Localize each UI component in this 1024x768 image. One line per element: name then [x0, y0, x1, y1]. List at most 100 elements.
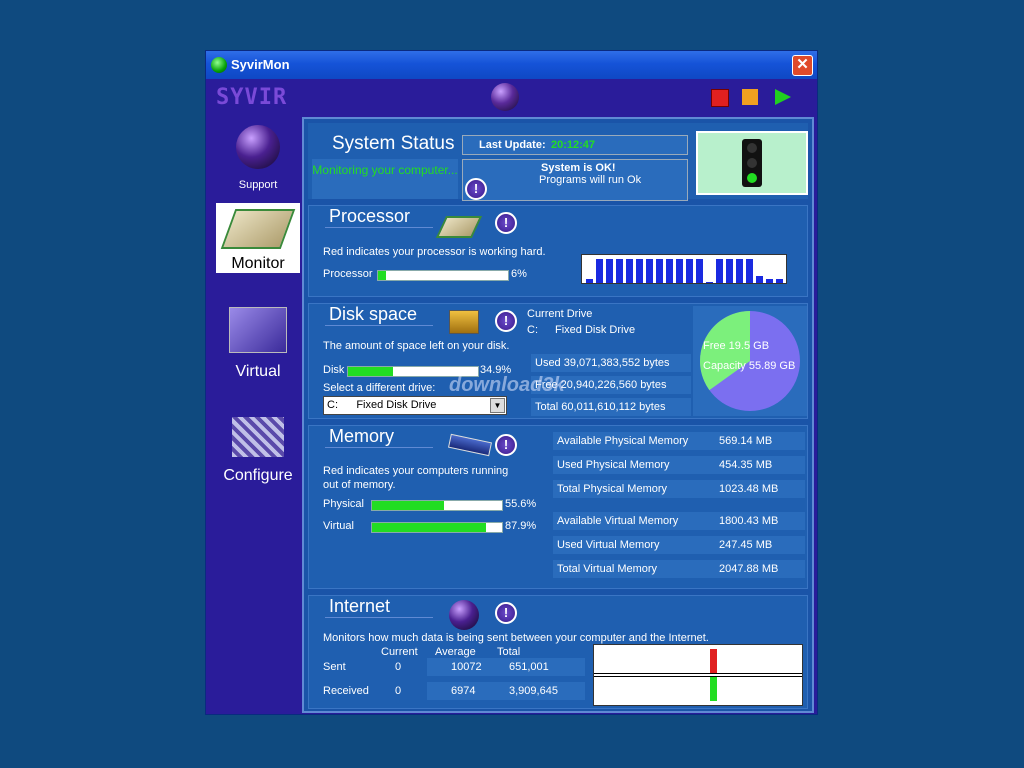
- current-drive-label: Current Drive: [527, 308, 593, 320]
- received-average: 6974: [451, 685, 476, 697]
- processor-history-graph: [581, 254, 787, 284]
- disk-info-icon[interactable]: !: [495, 310, 517, 332]
- physical-memory-bar: [371, 500, 503, 511]
- cpu-history-bar: [756, 275, 763, 283]
- received-traffic-bar: [710, 677, 717, 701]
- sidebar-item-monitor[interactable]: Monitor: [216, 203, 300, 273]
- pie-free-label: Free 19.5 GB: [703, 340, 770, 352]
- stat-value: 1800.43 MB: [719, 515, 779, 527]
- cpu-history-bar: [586, 279, 593, 283]
- sent-average: 10072: [451, 661, 482, 673]
- sent-label: Sent: [323, 661, 346, 673]
- virtual-memory-percent: 87.9%: [505, 520, 537, 532]
- stat-value: 2047.88 MB: [719, 563, 779, 575]
- drive-select[interactable]: C: Fixed Disk Drive ▼: [323, 396, 507, 415]
- cpu-history-bar: [766, 279, 773, 283]
- physical-memory-percent: 55.6%: [505, 498, 537, 510]
- memory-panel: Memory ! Red indicates your computers ru…: [308, 425, 808, 589]
- system-status-panel: System Status Monitoring your computer..…: [308, 123, 808, 201]
- current-drive-letter: C:: [527, 324, 538, 336]
- internet-title: Internet: [325, 596, 433, 618]
- stat-value: 247.45 MB: [719, 539, 773, 551]
- watermark-text: download3k: [449, 374, 565, 396]
- internet-info-icon[interactable]: !: [495, 602, 517, 624]
- processor-info-icon[interactable]: !: [495, 212, 517, 234]
- cpu-chip-icon: [220, 209, 296, 249]
- stop-icon[interactable]: [711, 89, 729, 107]
- internet-description: Monitors how much data is being sent bet…: [323, 632, 709, 644]
- sidebar: Support Monitor Virtual Configure: [206, 117, 302, 716]
- cpu-history-bar: [636, 259, 643, 283]
- virtual-memory-bar: [371, 522, 503, 533]
- toolbar: SYVIR: [206, 79, 817, 117]
- syvirmon-window: SyvirMon ✕ SYVIR Support Monitor Virtual…: [205, 50, 818, 715]
- cpu-history-bar: [726, 259, 733, 283]
- title-bar[interactable]: SyvirMon ✕: [206, 51, 817, 79]
- disk-description: The amount of space left on your disk.: [323, 340, 510, 352]
- sidebar-item-support[interactable]: Support: [216, 121, 300, 197]
- sidebar-item-configure[interactable]: Configure: [216, 417, 300, 487]
- disk-pie-panel: Free 19.5 GB Capacity 55.89 GB: [693, 306, 807, 416]
- close-button[interactable]: ✕: [792, 55, 813, 76]
- disk-panel: Disk space ! The amount of space left on…: [308, 303, 808, 419]
- stat-label: Available Physical Memory: [557, 435, 689, 447]
- processor-usage-fill: [378, 271, 386, 280]
- sent-traffic-bar: [710, 649, 717, 673]
- current-drive-type: Fixed Disk Drive: [555, 324, 636, 336]
- memory-stat-row: Total Virtual Memory 2047.88 MB: [553, 560, 805, 578]
- virtual-memory-fill: [372, 523, 487, 532]
- sidebar-item-virtual[interactable]: Virtual: [216, 307, 300, 387]
- select-drive-label: Select a different drive:: [323, 382, 436, 394]
- cpu-history-bar: [646, 259, 653, 283]
- system-ok-title: System is OK!: [541, 162, 616, 174]
- traffic-light-icon: [742, 139, 762, 187]
- internet-globe-icon: [449, 600, 479, 630]
- sent-current: 0: [395, 661, 402, 673]
- stat-value: 454.35 MB: [719, 459, 773, 471]
- processor-description: Red indicates your processor is working …: [323, 246, 546, 258]
- processor-panel: Processor ! Red indicates your processor…: [308, 205, 808, 297]
- play-icon[interactable]: [775, 89, 791, 105]
- memory-info-icon[interactable]: !: [495, 434, 517, 456]
- app-logo-icon: [211, 57, 227, 73]
- cpu-history-bar: [696, 259, 703, 283]
- memory-virtual-label: Virtual: [323, 520, 354, 532]
- last-update-box: Last Update: 20:12:47: [462, 135, 688, 155]
- chevron-down-icon[interactable]: ▼: [490, 398, 505, 413]
- memory-stat-row: Used Virtual Memory 247.45 MB: [553, 536, 805, 554]
- memory-stat-row: Used Physical Memory 454.35 MB: [553, 456, 805, 474]
- cpu-history-bar: [666, 259, 673, 283]
- col-average: Average: [435, 646, 476, 658]
- cpu-history-bar: [746, 259, 753, 283]
- memory-title: Memory: [325, 426, 433, 448]
- stat-value: 569.14 MB: [719, 435, 773, 447]
- memory-module-icon: [448, 433, 492, 457]
- sidebar-item-label: Support: [238, 179, 278, 191]
- support-globe-icon: [236, 125, 280, 169]
- memory-stat-row: Available Virtual Memory 1800.43 MB: [553, 512, 805, 530]
- sidebar-item-label: Configure: [223, 467, 293, 484]
- motherboard-icon: [229, 307, 287, 353]
- sidebar-item-label: Monitor: [231, 255, 285, 272]
- cpu-history-bar: [596, 259, 603, 283]
- status-info-icon[interactable]: !: [465, 178, 487, 200]
- memory-stat-row: Available Physical Memory 569.14 MB: [553, 432, 805, 450]
- heatsink-icon: [232, 417, 284, 457]
- cpu-history-bar: [676, 259, 683, 283]
- memory-stat-row: Total Physical Memory 1023.48 MB: [553, 480, 805, 498]
- graph-axis-line: [594, 673, 802, 674]
- sent-total: 651,001: [509, 661, 549, 673]
- cpu-history-bar: [606, 259, 613, 283]
- cpu-history-bar: [616, 259, 623, 283]
- received-label: Received: [323, 685, 369, 697]
- pie-capacity-label: Capacity 55.89 GB: [703, 360, 796, 372]
- status-title: System Status: [332, 133, 455, 154]
- sidebar-item-label: Virtual: [235, 363, 281, 380]
- globe-icon[interactable]: [491, 83, 519, 111]
- memory-description: Red indicates your computers running out…: [323, 465, 509, 491]
- col-current: Current: [381, 646, 418, 658]
- received-total: 3,909,645: [509, 685, 558, 697]
- stat-value: 1023.48 MB: [719, 483, 779, 495]
- pause-icon[interactable]: [742, 89, 758, 105]
- stat-label: Total Physical Memory: [557, 483, 668, 495]
